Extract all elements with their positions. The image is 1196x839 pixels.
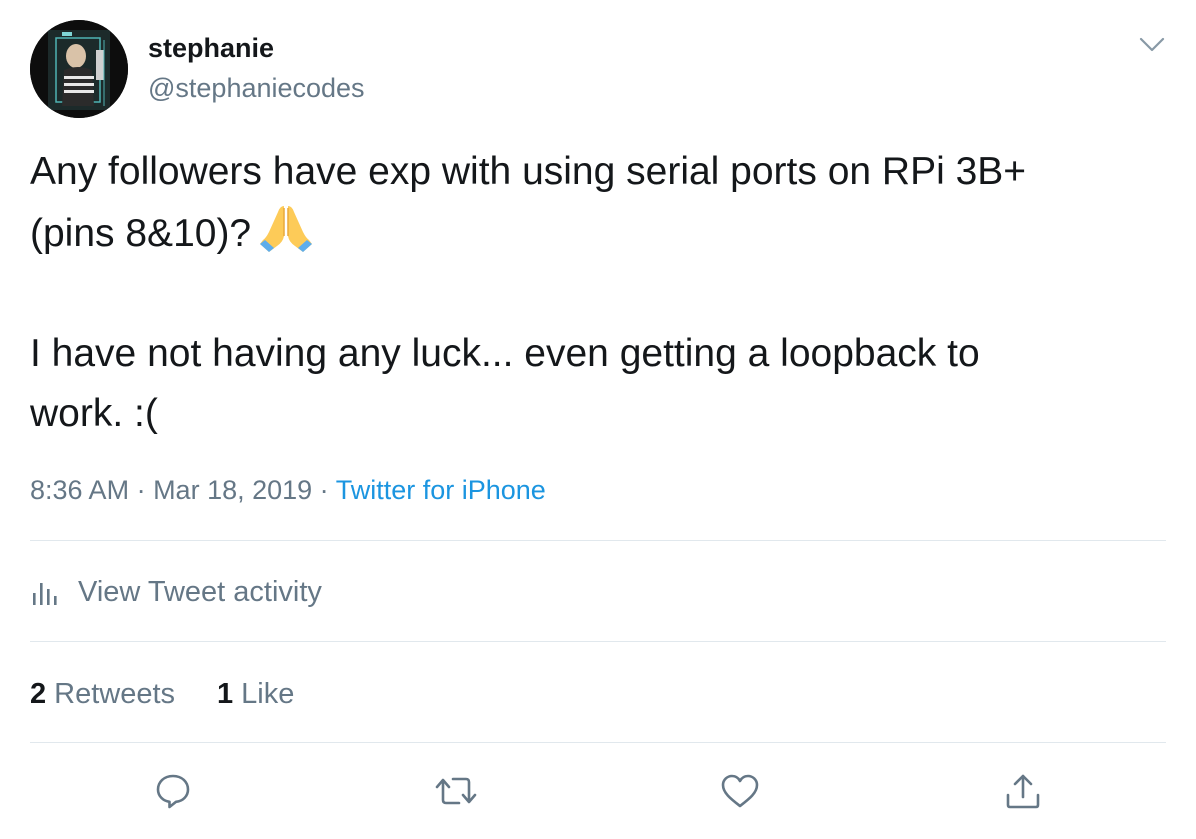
tweet-source-link[interactable]: Twitter for iPhone <box>336 475 546 505</box>
divider <box>30 742 1166 743</box>
chevron-down-icon[interactable] <box>1138 34 1166 56</box>
divider <box>30 540 1166 541</box>
tweet-text: Any followers have exp with using serial… <box>30 142 1170 444</box>
user-handle[interactable]: @stephaniecodes <box>148 70 365 106</box>
like-icon <box>721 774 759 808</box>
share-button[interactable] <box>1000 768 1046 814</box>
tweet-meta: 8:36 AM · Mar 18, 2019 · Twitter for iPh… <box>30 472 546 508</box>
retweets-stat[interactable]: 2 Retweets <box>30 678 175 711</box>
like-button[interactable] <box>717 768 763 814</box>
tweet-text-segment: (pins 8&10)? <box>30 212 252 255</box>
reply-button[interactable] <box>150 768 196 814</box>
bar-chart-icon <box>33 583 57 605</box>
avatar[interactable] <box>30 20 128 118</box>
tweet-text-line: Any followers have exp with using serial… <box>30 142 1170 202</box>
retweet-icon <box>435 777 477 805</box>
meta-separator: · <box>129 475 154 505</box>
retweets-count: 2 <box>30 677 47 710</box>
likes-label: Like <box>241 677 295 710</box>
tweet-time[interactable]: 8:36 AM <box>30 475 129 505</box>
meta-separator: · <box>312 475 336 505</box>
tweet-text-segment: Any followers have exp with using serial… <box>30 150 1027 193</box>
folded-hands-icon <box>257 202 315 254</box>
tweet-card: stephanie @stephaniecodes Any followers … <box>0 0 1196 839</box>
retweet-button[interactable] <box>433 768 479 814</box>
tweet-date[interactable]: Mar 18, 2019 <box>153 475 312 505</box>
view-tweet-activity-label: View Tweet activity <box>78 575 322 608</box>
display-name[interactable]: stephanie <box>148 30 274 66</box>
tweet-text-line: work. :( <box>30 384 1170 444</box>
tweet-text-segment: work. :( <box>30 392 158 435</box>
view-tweet-activity-link[interactable]: View Tweet activity <box>30 571 322 613</box>
retweets-label: Retweets <box>54 677 176 710</box>
tweet-text-line: I have not having any luck... even getti… <box>30 324 1170 384</box>
likes-count: 1 <box>217 677 234 710</box>
share-icon <box>1006 774 1040 809</box>
avatar-photo <box>30 20 128 118</box>
tweet-text-segment: I have not having any luck... even getti… <box>30 332 980 375</box>
tweet-stats: 2 Retweets 1 Like <box>30 674 294 714</box>
reply-icon <box>156 774 190 809</box>
likes-stat[interactable]: 1 Like <box>217 678 294 711</box>
divider <box>30 641 1166 642</box>
tweet-text-line: (pins 8&10)? <box>30 202 1170 264</box>
